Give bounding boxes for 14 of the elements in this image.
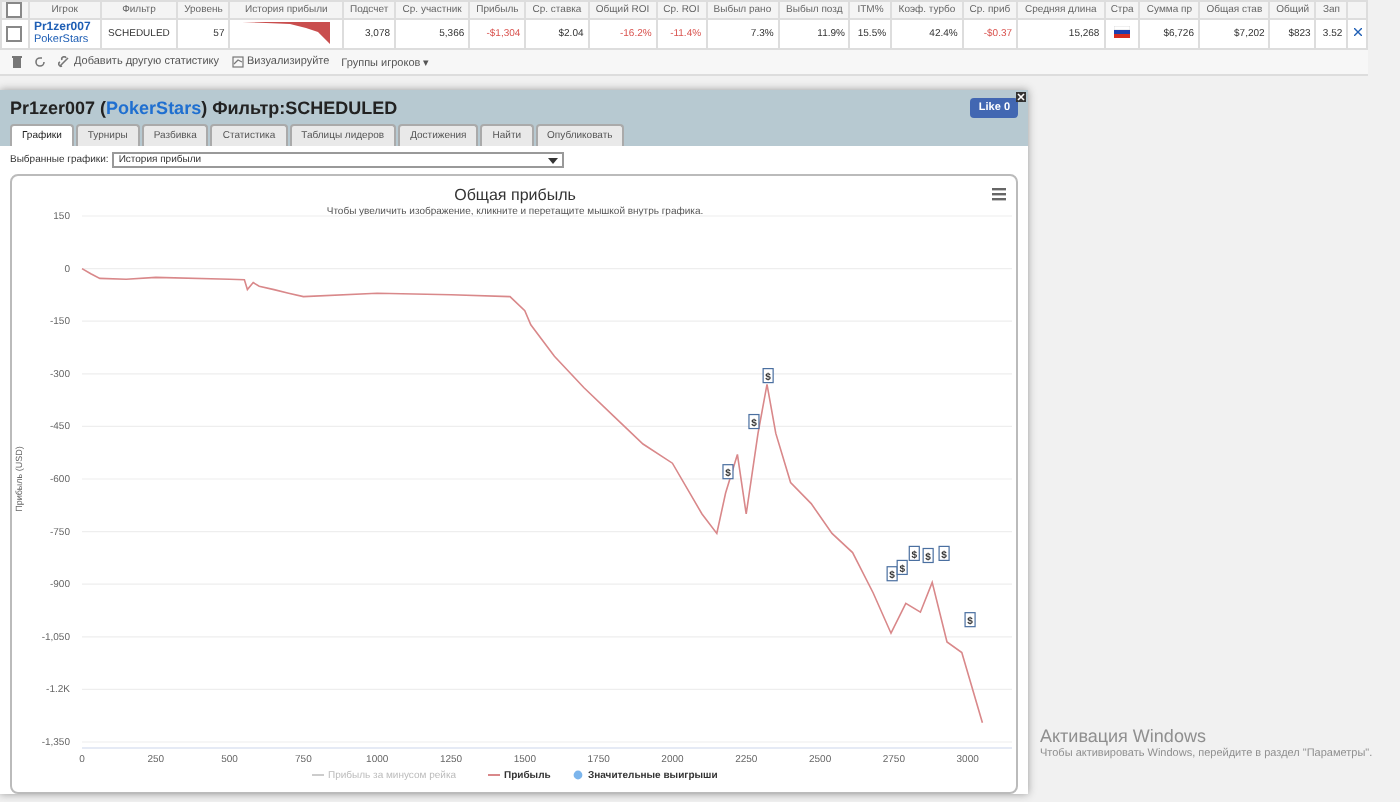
- menu-icon[interactable]: [992, 188, 1006, 201]
- trash-icon[interactable]: [12, 56, 22, 68]
- close-icon[interactable]: [1353, 28, 1362, 36]
- select-all-checkbox[interactable]: [6, 2, 23, 18]
- dialog-title: Pr1zer007 (PokerStars) Фильтр:SCHEDULED: [10, 98, 398, 118]
- chart-icon: [231, 56, 243, 68]
- activation-title: Активация Windows: [1040, 726, 1208, 746]
- flag-icon: [1114, 26, 1131, 38]
- row-checkbox[interactable]: [6, 26, 23, 42]
- link-icon: [58, 56, 70, 68]
- dropdown-caret-icon: [548, 157, 559, 163]
- refresh-icon[interactable]: [34, 56, 46, 68]
- chart-title: Общая прибыль: [454, 186, 576, 204]
- network-link[interactable]: PokerStars: [106, 98, 202, 118]
